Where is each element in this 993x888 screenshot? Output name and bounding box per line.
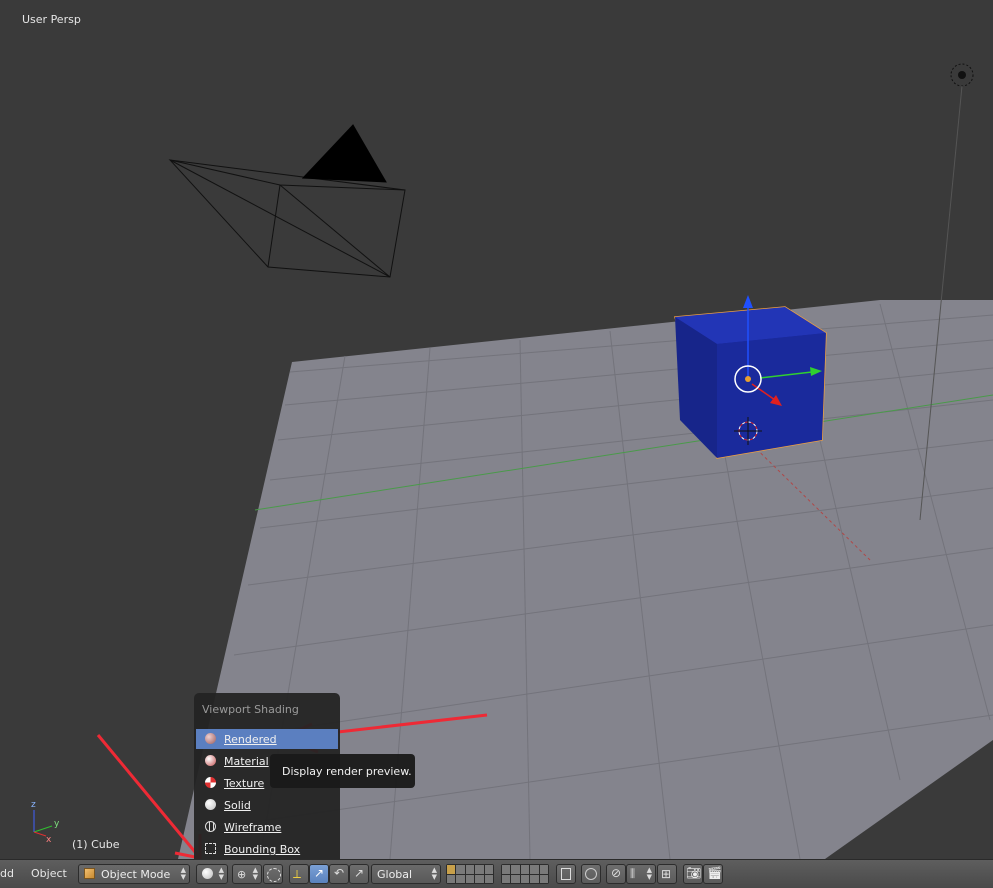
menu-title: Viewport Shading — [202, 703, 299, 716]
layers-group-1[interactable] — [446, 864, 494, 884]
active-object-label: (1) Cube — [72, 838, 120, 851]
layer[interactable] — [520, 865, 530, 874]
opengl-render-image-button[interactable]: 📷︎ — [683, 864, 703, 884]
pivot-icon: ⊕ — [237, 868, 247, 881]
object-menu[interactable]: Object — [31, 867, 67, 880]
menu-item-wireframe[interactable]: Wireframe — [196, 817, 338, 837]
menu-item-label: Material — [224, 755, 269, 768]
tooltip: Display render preview. — [270, 754, 415, 788]
axis-y-label: y — [54, 819, 60, 829]
solid-sphere-icon — [202, 868, 213, 879]
menu-item-label: Texture — [224, 777, 265, 790]
pivot-center-icon — [267, 868, 281, 882]
layer[interactable] — [511, 865, 520, 874]
orientation-label: Global — [377, 868, 413, 881]
layer[interactable] — [456, 874, 465, 883]
layer[interactable] — [456, 865, 465, 874]
manipulator-toggle-button[interactable]: ⟂ — [289, 864, 309, 884]
scene-canvas[interactable]: z y x — [0, 0, 993, 859]
snap-increment-icon: ⫼ — [630, 867, 636, 880]
solid-sphere-icon — [205, 799, 216, 810]
layer[interactable] — [475, 874, 484, 883]
snap-element-selector[interactable]: ⫼ ▲ ▼ — [626, 864, 656, 884]
manipulator-axes-icon: ⟂ — [293, 867, 302, 881]
magnet-icon: ⊘ — [611, 866, 622, 880]
layer[interactable] — [465, 865, 475, 874]
layer-active[interactable] — [447, 865, 456, 874]
axis-z-label: z — [31, 800, 36, 810]
rotate-arc-icon: ↶ — [334, 866, 345, 880]
menu-item-label: Solid — [224, 799, 251, 812]
snap-target-icon: ⊞ — [661, 867, 672, 881]
manipulator-center-button[interactable] — [263, 864, 283, 884]
bounding-box-icon — [205, 843, 216, 854]
menu-item-label: Bounding Box — [224, 843, 301, 856]
3d-viewport[interactable]: z y x User Persp (1) Cube — [0, 0, 993, 859]
wireframe-sphere-icon — [205, 821, 216, 832]
layer[interactable] — [530, 874, 539, 883]
tooltip-text: Display render preview. — [282, 765, 412, 778]
snap-target-button[interactable]: ⊞ — [657, 864, 677, 884]
menu-item-rendered[interactable]: Rendered — [196, 729, 338, 749]
layer[interactable] — [475, 865, 484, 874]
scale-icon: ↗ — [354, 866, 365, 880]
axis-x-label: x — [46, 835, 52, 845]
add-menu[interactable]: dd — [0, 867, 14, 880]
layer-icon — [561, 868, 571, 880]
layer[interactable] — [484, 865, 493, 874]
menu-item-bounding-box[interactable]: Bounding Box — [196, 839, 338, 859]
updown-icon: ▲ ▼ — [180, 866, 186, 881]
layer[interactable] — [539, 874, 548, 883]
viewport-header: dd Object Object Mode ▲ ▼ ▲ ▼ ⊕ ▲ ▼ ⟂ ↗ ↶ ↗… — [0, 859, 993, 888]
layers-group-2[interactable] — [501, 864, 549, 884]
snap-toggle-button[interactable]: ⊘ — [606, 864, 626, 884]
texture-checker-icon — [205, 777, 216, 788]
menu-item-solid[interactable]: Solid — [196, 795, 338, 815]
layer[interactable] — [465, 874, 475, 883]
viewport-shading-selector[interactable]: ▲ ▼ — [196, 864, 228, 884]
layer-lock-button[interactable] — [556, 864, 576, 884]
updown-icon: ▲ ▼ — [431, 866, 437, 881]
proportional-icon — [585, 868, 597, 880]
mode-selector[interactable]: Object Mode ▲ ▼ — [78, 864, 190, 884]
view-perspective-label: User Persp — [22, 13, 81, 26]
rotate-manipulator-button[interactable]: ↶ — [329, 864, 349, 884]
opengl-render-animation-button[interactable]: 🎬︎ — [703, 864, 723, 884]
menu-item-label: Rendered — [224, 733, 277, 746]
cube-icon — [84, 868, 95, 879]
camera-icon: 📷︎ — [686, 866, 702, 880]
camera-object[interactable] — [168, 124, 406, 278]
layer[interactable] — [484, 874, 493, 883]
rendered-sphere-icon — [205, 733, 216, 744]
material-sphere-icon — [205, 755, 216, 766]
axis-gizmo: z y x — [31, 800, 60, 845]
mode-label: Object Mode — [101, 868, 171, 881]
updown-icon: ▲ ▼ — [252, 866, 258, 881]
cube-object[interactable] — [674, 306, 827, 459]
layer[interactable] — [447, 874, 456, 883]
arrow-icon: ↗ — [314, 866, 325, 880]
translate-manipulator-button[interactable]: ↗ — [309, 864, 329, 884]
proportional-edit-button[interactable] — [581, 864, 601, 884]
clapperboard-icon: 🎬︎ — [707, 866, 723, 880]
layer[interactable] — [502, 874, 511, 883]
updown-icon: ▲ ▼ — [646, 866, 652, 881]
updown-icon: ▲ ▼ — [218, 866, 224, 881]
layer[interactable] — [530, 865, 539, 874]
transform-orientation-selector[interactable]: Global ▲ ▼ — [371, 864, 441, 884]
pivot-point-selector[interactable]: ⊕ ▲ ▼ — [232, 864, 262, 884]
layer[interactable] — [502, 865, 511, 874]
layer[interactable] — [511, 874, 520, 883]
scale-manipulator-button[interactable]: ↗ — [349, 864, 369, 884]
menu-item-label: Wireframe — [224, 821, 282, 834]
layer[interactable] — [520, 874, 530, 883]
layer[interactable] — [539, 865, 548, 874]
